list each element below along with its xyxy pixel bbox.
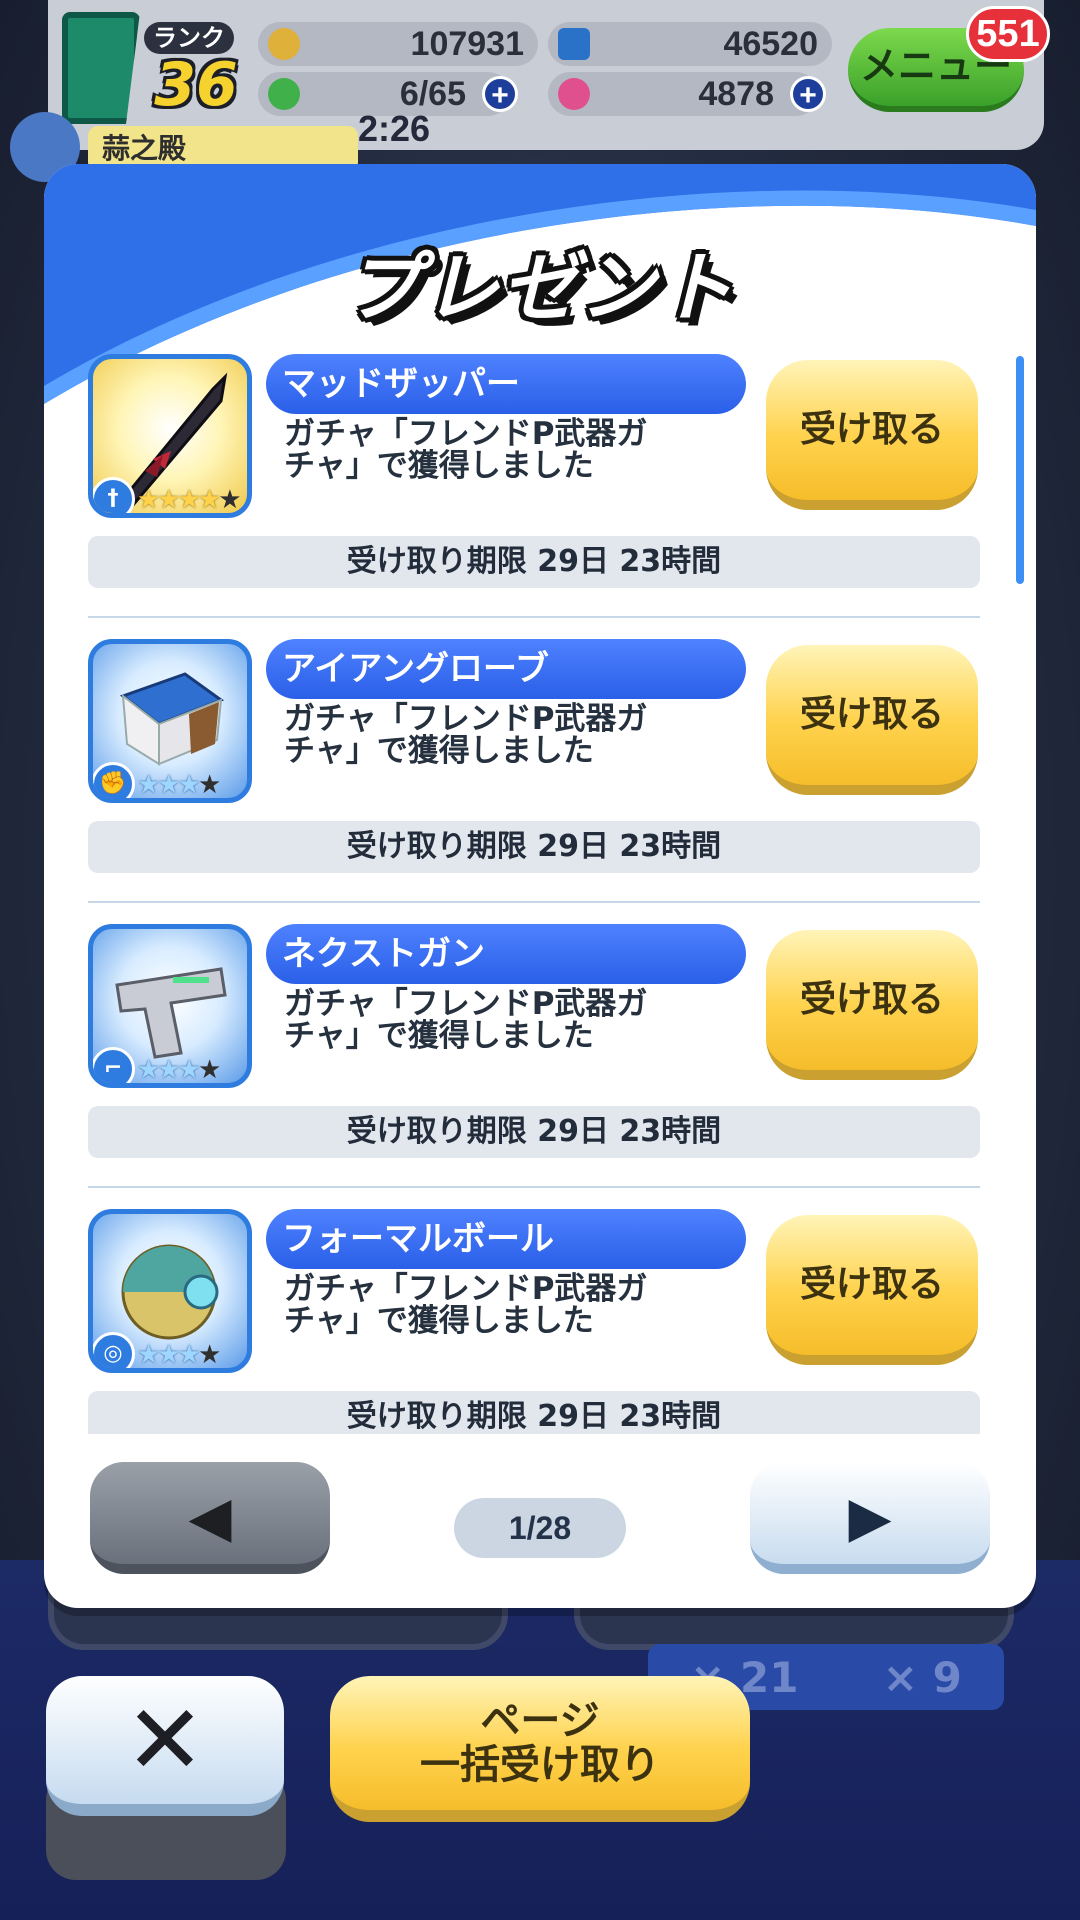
item-name: マッドザッパー — [266, 354, 746, 414]
item-description-line2: チャ」で獲得しました — [284, 733, 594, 769]
arrow-right-icon: ▶ — [848, 1485, 892, 1550]
stamina-timer: 2:26 — [358, 108, 431, 149]
weapon-thumbnail: ✊ ★★★★ — [88, 639, 252, 803]
rarity-stars-filled: ★★★ — [137, 1055, 201, 1085]
orb-counter: 4878 + — [548, 72, 826, 116]
present-list: † ★★★★★ マッドザッパー ガチャ「フレンドP武器ガ チャ」で獲得しました … — [88, 354, 980, 1434]
item-description-line2: チャ」で獲得しました — [284, 1018, 594, 1054]
arrow-left-icon: ◀ — [188, 1485, 232, 1550]
present-item: ✊ ★★★★ アイアングローブ ガチャ「フレンドP武器ガ チャ」で獲得しました … — [88, 639, 980, 924]
bulk-receive-line1: ページ — [480, 1698, 600, 1744]
gun-type-icon: ⌐ — [93, 1047, 135, 1083]
bulk-receive-button[interactable]: ページ 一括受け取り — [330, 1676, 750, 1822]
stamina-icon — [268, 78, 300, 110]
rarity-stars: ★★★★ — [137, 1055, 221, 1085]
item-name: ネクストガン — [266, 924, 746, 984]
present-item: † ★★★★★ マッドザッパー ガチャ「フレンドP武器ガ チャ」で獲得しました … — [88, 354, 980, 639]
list-scrollbar[interactable] — [1016, 356, 1024, 584]
item-divider — [88, 901, 980, 903]
rarity-stars: ★★★★ — [137, 770, 221, 800]
item-description: ガチャ「フレンドP武器ガ チャ」で獲得しました — [284, 988, 704, 1052]
close-icon: ✕ — [124, 1684, 206, 1796]
rarity-stars-empty: ★ — [197, 1055, 221, 1085]
rank-display: ランク 36 — [136, 18, 256, 122]
receive-deadline: 受け取り期限 29日 23時間 — [88, 536, 980, 588]
item-description-line1: ガチャ「フレンドP武器ガ — [284, 416, 648, 452]
weapon-thumbnail: ⌐ ★★★★ — [88, 924, 252, 1088]
rarity-stars-empty: ★ — [218, 485, 241, 515]
ball-type-icon: ◎ — [93, 1332, 135, 1368]
coin-icon — [268, 28, 300, 60]
gem-icon — [558, 28, 590, 60]
weapon-thumbnail: † ★★★★★ — [88, 354, 252, 518]
rank-value: 36 — [154, 50, 238, 120]
rarity-stars-filled: ★★★ — [137, 1340, 201, 1370]
gem-counter: 46520 — [548, 22, 832, 66]
item-description-line2: チャ」で獲得しました — [284, 1303, 594, 1339]
item-divider — [88, 616, 980, 618]
sword-type-icon: † — [93, 477, 135, 513]
item-description-line1: ガチャ「フレンドP武器ガ — [284, 986, 648, 1022]
fist-type-icon: ✊ — [93, 762, 135, 798]
page-indicator: 1/28 — [454, 1498, 626, 1558]
bulk-receive-line2: 一括受け取り — [420, 1742, 660, 1788]
rarity-stars-empty: ★ — [197, 1340, 221, 1370]
rarity-stars: ★★★★★ — [137, 485, 242, 515]
item-name: フォーマルボール — [266, 1209, 746, 1269]
orb-icon — [558, 78, 590, 110]
receive-button[interactable]: 受け取る — [766, 360, 978, 510]
modal-title: プレゼント — [345, 243, 735, 332]
rarity-stars-filled: ★★★★ — [137, 485, 221, 515]
gem-value: 46520 — [723, 25, 818, 63]
rarity-stars: ★★★★ — [137, 1340, 221, 1370]
background-counter-b: × 9 — [882, 1652, 962, 1702]
prev-page-button[interactable]: ◀ — [90, 1462, 330, 1574]
receive-deadline: 受け取り期限 29日 23時間 — [88, 821, 980, 873]
coin-value: 107931 — [410, 25, 524, 63]
close-button[interactable]: ✕ — [46, 1676, 284, 1816]
present-item: ⌐ ★★★★ ネクストガン ガチャ「フレンドP武器ガ チャ」で獲得しました 受け… — [88, 924, 980, 1209]
coin-counter: 107931 — [258, 22, 538, 66]
item-description-line1: ガチャ「フレンドP武器ガ — [284, 701, 648, 737]
item-divider — [88, 1186, 980, 1188]
item-description: ガチャ「フレンドP武器ガ チャ」で獲得しました — [284, 418, 704, 482]
item-description: ガチャ「フレンドP武器ガ チャ」で獲得しました — [284, 703, 704, 767]
receive-button[interactable]: 受け取る — [766, 1215, 978, 1365]
rarity-stars-filled: ★★★ — [137, 770, 201, 800]
orb-value: 4878 — [698, 75, 774, 113]
present-item: ◎ ★★★★ フォーマルボール ガチャ「フレンドP武器ガ チャ」で獲得しました … — [88, 1209, 980, 1434]
receive-deadline: 受け取り期限 29日 23時間 — [88, 1106, 980, 1158]
item-name: アイアングローブ — [266, 639, 746, 699]
friend-tag: 蒜之殿 — [10, 112, 358, 182]
receive-button[interactable]: 受け取る — [766, 645, 978, 795]
receive-button[interactable]: 受け取る — [766, 930, 978, 1080]
item-description: ガチャ「フレンドP武器ガ チャ」で獲得しました — [284, 1273, 704, 1337]
orb-plus-button[interactable]: + — [790, 76, 826, 112]
weapon-thumbnail: ◎ ★★★★ — [88, 1209, 252, 1373]
receive-deadline: 受け取り期限 29日 23時間 — [88, 1391, 980, 1434]
next-page-button[interactable]: ▶ — [750, 1462, 990, 1574]
item-description-line2: チャ」で獲得しました — [284, 448, 594, 484]
menu-notification-badge: 551 — [966, 6, 1050, 62]
item-description-line1: ガチャ「フレンドP武器ガ — [284, 1271, 648, 1307]
stamina-plus-button[interactable]: + — [482, 76, 518, 112]
present-modal: プレゼント † ★★★★★ マッドザッパー ガチャ「フレンドP武器ガ チャ」で獲… — [44, 164, 1036, 1608]
rarity-stars-empty: ★ — [197, 770, 221, 800]
